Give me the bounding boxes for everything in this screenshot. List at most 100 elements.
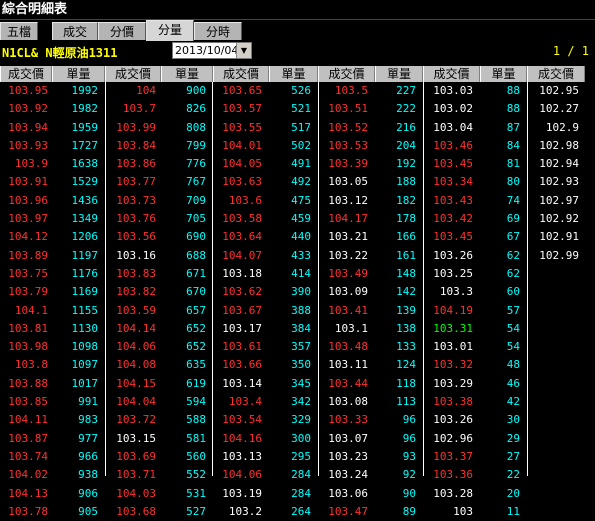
price-cell: 103.32	[433, 358, 473, 372]
price-cell: 104.19	[433, 303, 473, 317]
volume-cell: 148	[396, 266, 416, 280]
symbol-bar: N1CL& N輕原油1311 2013/10/04 ▼ 1 / 1	[0, 41, 595, 62]
volume-cell: 502	[291, 138, 311, 152]
header-price: 成交價	[423, 66, 480, 82]
price-cell: 103.28	[433, 486, 473, 500]
volume-cell: 192	[396, 157, 416, 171]
price-cell: 103.17	[222, 321, 262, 335]
price-cell: 103.65	[222, 84, 262, 97]
price-cell: 103.26	[433, 248, 473, 262]
volume-cell: 54	[506, 321, 520, 335]
volume-cell: 182	[396, 193, 416, 207]
price-cell: 103.2	[228, 504, 262, 518]
price-cell: 103.37	[433, 449, 473, 463]
volume-cell: 54	[506, 340, 520, 354]
date-select-value: 2013/10/04	[175, 44, 239, 57]
volume-cell: 138	[396, 321, 416, 335]
tab-volume[interactable]: 分量	[146, 20, 194, 41]
price-cell: 103.78	[8, 504, 48, 518]
price-cell: 102.92	[539, 212, 579, 226]
tab-five-levels[interactable]: 五檔	[0, 22, 38, 40]
volume-column: 1992 1982 1959 1727 1638 1529 1436 1349 1206 1197…	[52, 82, 102, 521]
volume-cell: 521	[291, 102, 311, 116]
volume-cell: 69	[506, 212, 520, 226]
price-column: 103.95 103.92 103.94 103.93 103.9 103.91 103.9…	[0, 82, 52, 521]
price-cell: 103.96	[8, 193, 48, 207]
volume-cell: 29	[506, 431, 520, 445]
price-cell: 103.9	[14, 157, 48, 171]
price-cell: 103.67	[222, 303, 262, 317]
price-cell: 103.47	[328, 504, 368, 518]
tab-price[interactable]: 分價	[98, 22, 146, 40]
price-cell: 102.91	[539, 230, 579, 244]
price-cell: 103.5	[334, 84, 368, 97]
price-column: 103.03 103.02 103.04 103.46 103.45 103.34 103.…	[423, 82, 477, 521]
price-cell: 103.18	[222, 266, 262, 280]
volume-cell: 977	[78, 431, 98, 445]
volume-column: 526 521 517 502 491 492 475 459 440 433 414 390 388 3…	[269, 82, 315, 521]
price-cell: 103.11	[328, 358, 368, 372]
price-cell: 103.45	[433, 230, 473, 244]
price-cell: 102.98	[539, 138, 579, 152]
price-cell: 103.82	[116, 285, 156, 299]
price-cell: 103.45	[433, 157, 473, 171]
price-cell: 104.15	[116, 376, 156, 390]
price-column: 104 103.7 103.99 103.84 103.86 103.77 103.73 10…	[105, 82, 160, 521]
price-cell: 103.3	[439, 285, 473, 299]
header-price: 成交價	[0, 66, 52, 82]
price-cell: 103.6	[228, 193, 262, 207]
volume-cell: 300	[291, 431, 311, 445]
date-select[interactable]: 2013/10/04 ▼	[172, 42, 252, 59]
volume-cell: 1169	[71, 285, 99, 299]
volume-cell: 60	[506, 285, 520, 299]
price-cell: 103.62	[222, 285, 262, 299]
price-cell: 103.23	[328, 449, 368, 463]
price-cell: 103.08	[328, 395, 368, 409]
price-cell: 103.39	[328, 157, 368, 171]
price-cell: 103.63	[222, 175, 262, 189]
price-cell: 104.06	[116, 340, 156, 354]
volume-cell: 1130	[71, 321, 99, 335]
volume-cell: 295	[291, 449, 311, 463]
volume-cell: 705	[186, 212, 206, 226]
volume-cell: 581	[186, 431, 206, 445]
volume-cell: 62	[506, 248, 520, 262]
price-cell: 103.02	[433, 102, 473, 116]
price-cell: 103.64	[222, 230, 262, 244]
volume-cell: 345	[291, 376, 311, 390]
price-cell: 103.54	[222, 413, 262, 427]
price-cell: 103.84	[116, 138, 156, 152]
volume-cell: 20	[506, 486, 520, 500]
price-cell: 103.59	[116, 303, 156, 317]
volume-cell: 81	[506, 157, 520, 171]
tab-bar: 五檔 成交 分價 分量 分時	[0, 20, 595, 41]
price-cell: 103.88	[8, 376, 48, 390]
volume-cell: 384	[291, 321, 311, 335]
price-cell: 104.13	[8, 486, 48, 500]
volume-cell: 124	[396, 358, 416, 372]
volume-cell: 1097	[71, 358, 99, 372]
price-cell: 102.94	[539, 157, 579, 171]
tab-trades[interactable]: 成交	[52, 22, 98, 40]
volume-cell: 531	[186, 486, 206, 500]
volume-cell: 342	[291, 395, 311, 409]
volume-cell: 264	[291, 504, 311, 518]
volume-cell: 709	[186, 193, 206, 207]
tab-time[interactable]: 分時	[194, 22, 242, 40]
volume-cell: 284	[291, 486, 311, 500]
price-cell: 103.83	[116, 266, 156, 280]
price-cell: 104.05	[222, 157, 262, 171]
price-cell: 103.72	[116, 413, 156, 427]
price-cell: 103.12	[328, 193, 368, 207]
volume-cell: 139	[396, 303, 416, 317]
price-cell: 103.91	[8, 175, 48, 189]
volume-cell: 329	[291, 413, 311, 427]
volume-cell: 90	[402, 486, 416, 500]
volume-cell: 690	[186, 230, 206, 244]
volume-cell: 1727	[71, 138, 99, 152]
volume-cell: 284	[291, 468, 311, 482]
chevron-down-icon[interactable]: ▼	[236, 43, 251, 58]
price-cell: 103.36	[433, 468, 473, 482]
volume-cell: 688	[186, 248, 206, 262]
price-cell: 103.61	[222, 340, 262, 354]
